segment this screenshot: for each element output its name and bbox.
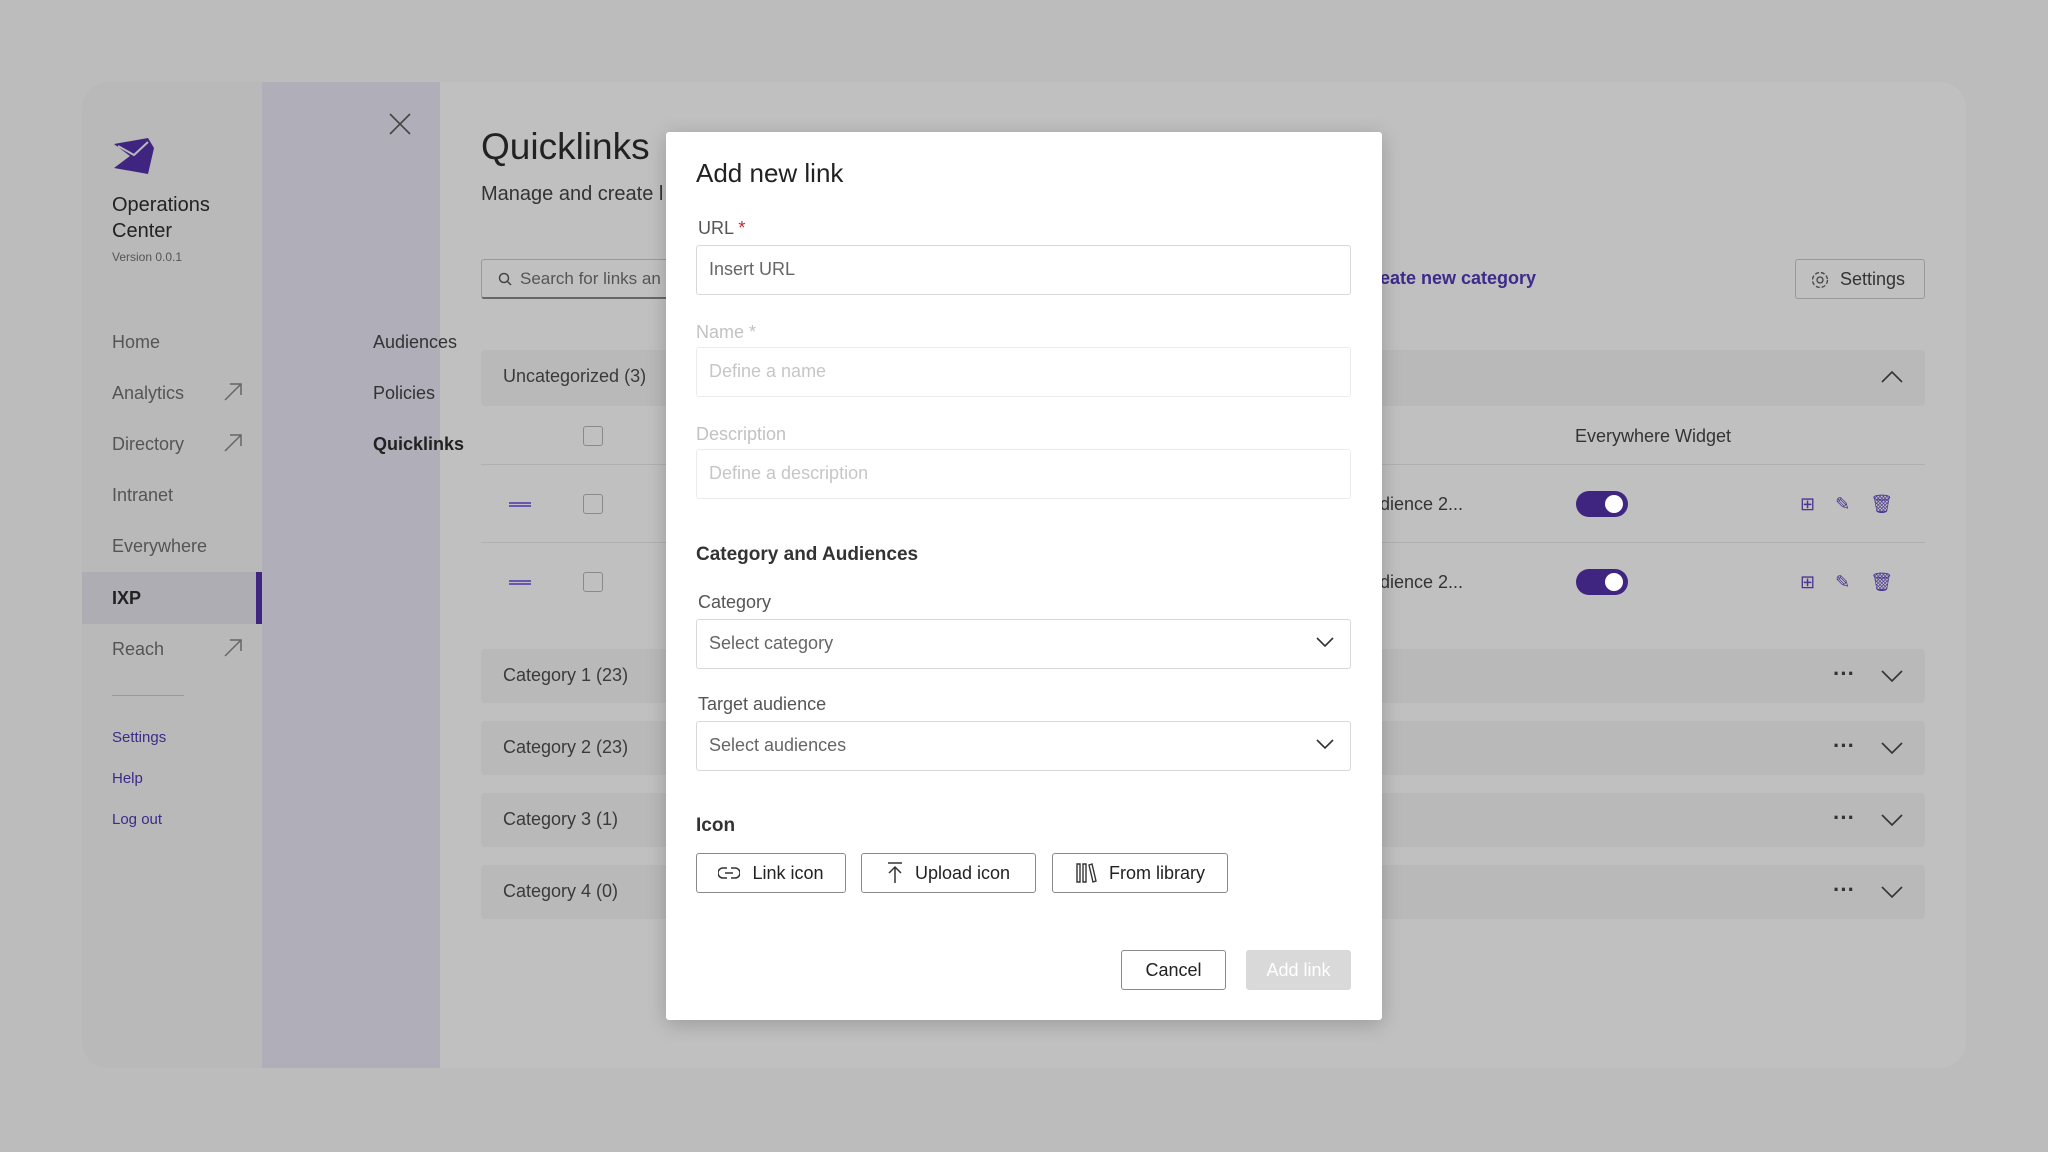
category-select[interactable]: Select category <box>696 619 1351 669</box>
icon-section-heading: Icon <box>696 815 736 836</box>
delete-icon[interactable]: 🗑 <box>1870 572 1913 592</box>
from-library-button[interactable]: From library <box>1052 853 1228 893</box>
link-icon-button[interactable]: Link icon <box>696 853 846 893</box>
add-link-button[interactable]: Add link <box>1246 950 1351 990</box>
category-label: Category 2 (23) <box>503 737 629 757</box>
create-category-link[interactable]: eate new category <box>1380 268 1536 289</box>
delete-icon[interactable]: 🗑 <box>1870 494 1913 514</box>
upload-icon-button[interactable]: Upload icon <box>861 853 1036 893</box>
category-label: Category 1 (23) <box>503 665 629 685</box>
cancel-button[interactable]: Cancel <box>1121 950 1226 990</box>
url-input[interactable]: Insert URL <box>696 245 1351 295</box>
audience-cell: dience 2... <box>1380 494 1464 514</box>
duplicate-icon[interactable]: ⊞ <box>1800 572 1835 592</box>
description-label: Description <box>696 424 787 444</box>
link-icon <box>718 867 741 879</box>
url-label: URL * <box>698 218 746 238</box>
upload-icon <box>887 862 902 883</box>
everywhere-widget-toggle[interactable] <box>1576 491 1628 517</box>
select-all-checkbox[interactable] <box>583 426 603 446</box>
drag-handle-icon[interactable] <box>509 580 531 585</box>
audience-select[interactable]: Select audiences <box>696 721 1351 771</box>
library-icon <box>1076 863 1097 883</box>
name-label: Name * <box>696 322 757 342</box>
gear-icon <box>1811 271 1829 289</box>
category-label: Category <box>698 592 772 612</box>
chevron-up-icon[interactable] <box>1881 370 1903 384</box>
search-placeholder: Search for links an <box>520 269 661 288</box>
audience-cell: dience 2... <box>1380 572 1464 592</box>
row-checkbox[interactable] <box>583 494 603 514</box>
category-section-heading: Category and Audiences <box>696 544 919 565</box>
edit-icon[interactable]: ✎ <box>1835 572 1870 592</box>
row-actions: ⊞✎🗑 <box>1800 494 1913 515</box>
chevron-down-icon[interactable] <box>1881 669 1903 683</box>
row-checkbox[interactable] <box>583 572 603 592</box>
search-icon <box>498 272 512 286</box>
chevron-down-icon[interactable] <box>1881 813 1903 827</box>
uncategorized-label: Uncategorized (3) <box>503 366 647 386</box>
chevron-down-icon[interactable] <box>1881 741 1903 755</box>
edit-icon[interactable]: ✎ <box>1835 494 1870 514</box>
row-actions: ⊞✎🗑 <box>1800 572 1913 593</box>
category-label: Category 4 (0) <box>503 881 619 901</box>
page-title: Quicklinks <box>481 126 650 167</box>
category-label: Category 3 (1) <box>503 809 619 829</box>
more-options-icon[interactable]: ··· <box>1833 805 1855 831</box>
more-options-icon[interactable]: ··· <box>1833 877 1855 903</box>
description-input[interactable]: Define a description <box>696 449 1351 499</box>
dialog-title: Add new link <box>696 158 844 188</box>
settings-label: Settings <box>1840 269 1906 289</box>
more-options-icon[interactable]: ··· <box>1833 733 1855 759</box>
page-subtitle: Manage and create l <box>481 183 664 205</box>
settings-button[interactable]: Settings <box>1795 259 1925 299</box>
duplicate-icon[interactable]: ⊞ <box>1800 494 1835 514</box>
more-options-icon[interactable]: ··· <box>1833 661 1855 687</box>
everywhere-widget-toggle[interactable] <box>1576 569 1628 595</box>
chevron-down-icon <box>1316 637 1334 648</box>
chevron-down-icon <box>1316 739 1334 750</box>
target-audience-label: Target audience <box>698 694 827 714</box>
column-header-everywhere-widget: Everywhere Widget <box>1575 426 1732 446</box>
chevron-down-icon[interactable] <box>1881 885 1903 899</box>
name-input[interactable]: Define a name <box>696 347 1351 397</box>
drag-handle-icon[interactable] <box>509 502 531 507</box>
add-link-dialog: Add new link URL * Insert URL Name * Def… <box>666 132 1382 1020</box>
